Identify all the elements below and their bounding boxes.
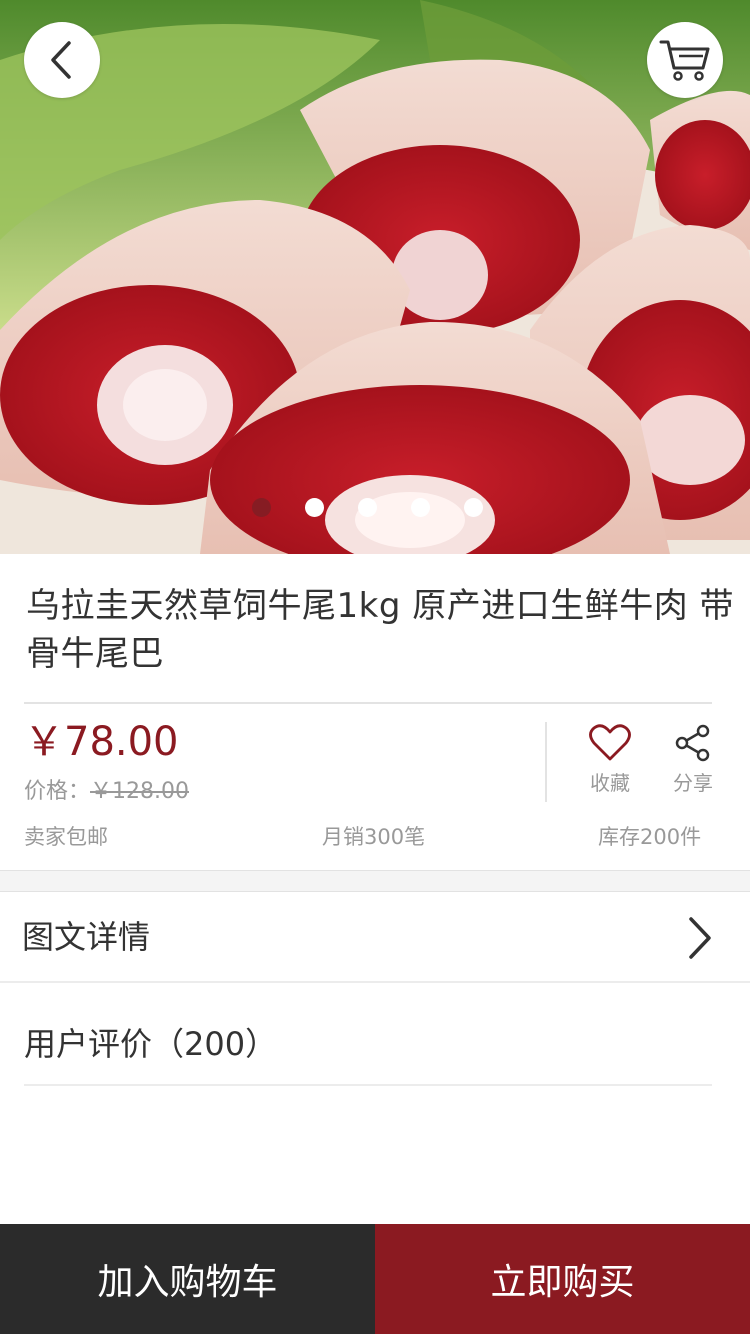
original-price-value: ￥128.00 <box>90 779 189 804</box>
original-price-label: 价格： <box>24 779 91 804</box>
reviews-row[interactable]: 用户评价（200） <box>24 1004 712 1086</box>
detail-label: 图文详情 <box>22 918 151 956</box>
cart-icon <box>659 40 710 81</box>
share-icon <box>675 724 710 762</box>
section-spacer <box>0 870 750 892</box>
product-photo <box>0 0 750 554</box>
favorite-button[interactable]: 收藏 <box>575 724 645 804</box>
chevron-left-icon <box>51 41 71 79</box>
carousel-dot[interactable] <box>252 498 271 517</box>
reviews-label: 用户评价（200） <box>24 1025 278 1063</box>
product-image-carousel[interactable] <box>0 0 750 554</box>
vertical-divider <box>545 722 547 802</box>
bottom-action-bar: 加入购物车 立即购买 <box>0 1224 750 1334</box>
stock-info: 库存200件 <box>598 825 702 849</box>
carousel-dot[interactable] <box>358 498 377 517</box>
carousel-indicator <box>0 498 750 520</box>
buy-now-button[interactable]: 立即购买 <box>375 1224 750 1334</box>
product-title: 乌拉圭天然草饲牛尾1kg 原产进口生鲜牛肉 带骨牛尾巴 <box>26 586 735 674</box>
chevron-right-icon <box>689 917 711 959</box>
shipping-info: 卖家包邮 <box>24 825 108 849</box>
original-price: 价格：￥128.00 <box>24 776 189 808</box>
current-price: ￥78.00 <box>24 719 179 765</box>
carousel-dot[interactable] <box>305 498 324 517</box>
cart-button[interactable] <box>647 22 723 98</box>
favorite-label: 收藏 <box>590 771 630 795</box>
back-button[interactable] <box>24 22 100 98</box>
carousel-dot[interactable] <box>464 498 483 517</box>
add-to-cart-button[interactable]: 加入购物车 <box>0 1224 375 1334</box>
divider <box>24 702 712 704</box>
carousel-dot[interactable] <box>411 498 430 517</box>
product-detail-page: 乌拉圭天然草饲牛尾1kg 原产进口生鲜牛肉 带骨牛尾巴 ￥78.00 价格：￥1… <box>0 0 750 1334</box>
share-button[interactable]: 分享 <box>658 724 728 804</box>
detail-row[interactable]: 图文详情 <box>0 893 750 983</box>
share-label: 分享 <box>673 771 713 795</box>
heart-icon <box>589 724 631 761</box>
monthly-sales: 月销300笔 <box>322 825 426 849</box>
